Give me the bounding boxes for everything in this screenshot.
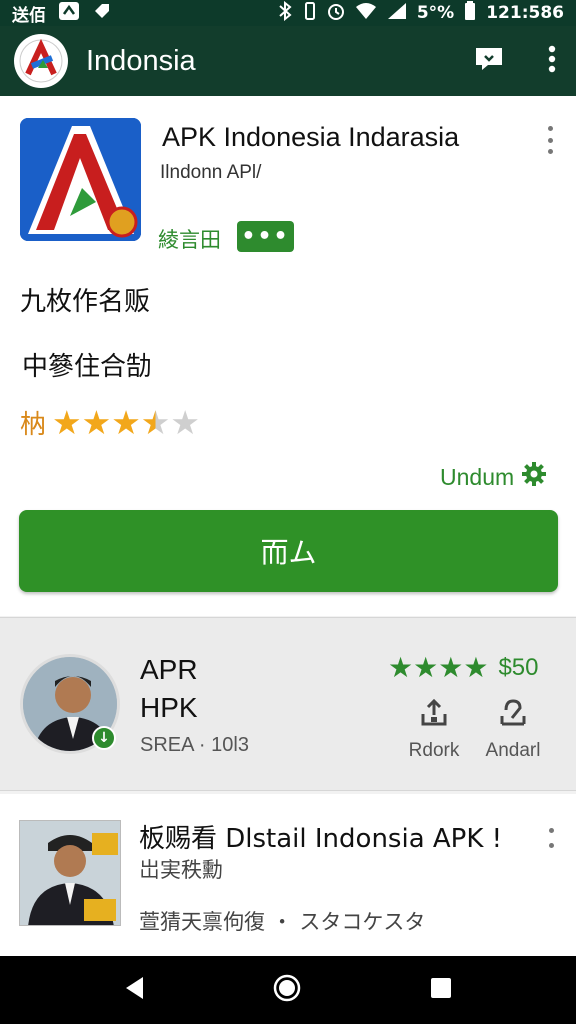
battery-icon — [464, 0, 476, 26]
recommended-card[interactable]: ↓ APR HPK SREA · 10l3 ★ ★ ★ ★ $50 Rdork And… — [0, 617, 576, 791]
alarm-icon — [327, 1, 345, 26]
app-icon[interactable] — [20, 118, 141, 241]
andarl-action[interactable]: Andarl — [473, 698, 553, 762]
star-icon: ★ — [81, 403, 112, 442]
signal-icon — [387, 2, 407, 25]
rec-title-line-1: APR — [140, 654, 198, 685]
download-tray-icon — [419, 698, 449, 734]
installed-badge-icon: ↓ — [92, 726, 116, 750]
list-subtitle: 岀実秩勳 — [139, 858, 223, 882]
status-left: 送佰 — [12, 1, 112, 26]
list-title: 板赐看 Dlstail Indonsia APK ! — [139, 824, 503, 854]
status-bar: 送佰 5°% 121:586 — [0, 0, 576, 26]
undum-label: Undum — [440, 463, 515, 490]
rec-title-line-2: HPK — [140, 692, 198, 723]
star-icon: ★ — [52, 403, 82, 442]
star-icon: ★ — [438, 651, 464, 684]
share-upload-icon — [498, 698, 528, 734]
star-icon: ★ — [111, 403, 141, 442]
star-icon: ★ — [463, 651, 489, 684]
wifi-icon — [355, 2, 377, 25]
rec-meta: SREA · 10l3 — [140, 734, 249, 756]
battery-percent: 5°% — [416, 3, 455, 23]
bluetooth-off-icon — [277, 0, 293, 26]
clock: 121:586 — [486, 3, 564, 23]
app-name: APK Indonesia Indarasia — [162, 122, 460, 152]
gear-icon — [522, 462, 547, 492]
info-line-1: 九枚作名贩 — [20, 287, 151, 317]
tag-icon — [92, 1, 112, 26]
install-button[interactable]: 而ム — [19, 510, 558, 592]
rating-label: 枘 — [20, 410, 47, 440]
rating-stars: ★ ★ ★ ★ ★ — [52, 406, 200, 439]
star-icon: ★ — [413, 651, 439, 684]
vibrate-icon — [303, 1, 317, 26]
list-overflow-icon[interactable] — [546, 828, 556, 848]
list-meta: 萱猜天禀佝復 ・ スタコケスタ — [139, 910, 426, 934]
rec-stars: ★ ★ ★ ★ — [388, 654, 488, 682]
nav-bar — [0, 956, 576, 1024]
rec-price: $50 — [498, 654, 539, 681]
rating-row: 枘 ★ ★ ★ ★ ★ — [20, 404, 200, 441]
star-icon: ★ — [140, 403, 171, 442]
recents-icon[interactable] — [429, 976, 453, 1004]
app-bar: Indonsia — [0, 26, 576, 96]
notification-icon — [58, 1, 80, 26]
back-icon[interactable] — [123, 975, 145, 1005]
category-label[interactable]: 綾言田 — [158, 224, 221, 254]
app-title: Indonsia — [86, 44, 196, 77]
rec-rating: ★ ★ ★ ★ $50 — [388, 654, 538, 682]
app-actions — [474, 45, 556, 77]
list-item[interactable]: 板赐看 Dlstail Indonsia APK ! 岀実秩勳 萱猜天禀佝復 ・… — [0, 794, 576, 956]
app-detail-card: APK Indonesia Indarasia Ilndonn APl/ 綾言田… — [0, 96, 576, 616]
more-button[interactable]: ••• — [237, 221, 294, 252]
app-logo-icon[interactable] — [14, 34, 68, 88]
rdork-label: Rdork — [408, 740, 460, 761]
andarl-label: Andarl — [485, 740, 541, 761]
developer-name[interactable]: Ilndonn APl/ — [160, 162, 261, 184]
star-icon: ★ — [170, 403, 200, 442]
more-vert-icon[interactable] — [548, 45, 556, 77]
rdork-action[interactable]: Rdork — [394, 698, 474, 762]
home-icon[interactable] — [272, 973, 302, 1007]
message-icon[interactable] — [474, 46, 504, 76]
status-left-text: 送佰 — [12, 5, 46, 26]
app-overflow-icon[interactable] — [538, 126, 562, 154]
star-icon: ★ — [388, 651, 414, 684]
status-right: 5°% 121:586 — [277, 0, 564, 26]
undum-link[interactable]: Undum — [440, 462, 547, 492]
list-thumbnail — [19, 820, 121, 926]
info-line-2: 中篸住合勂 — [22, 352, 153, 382]
